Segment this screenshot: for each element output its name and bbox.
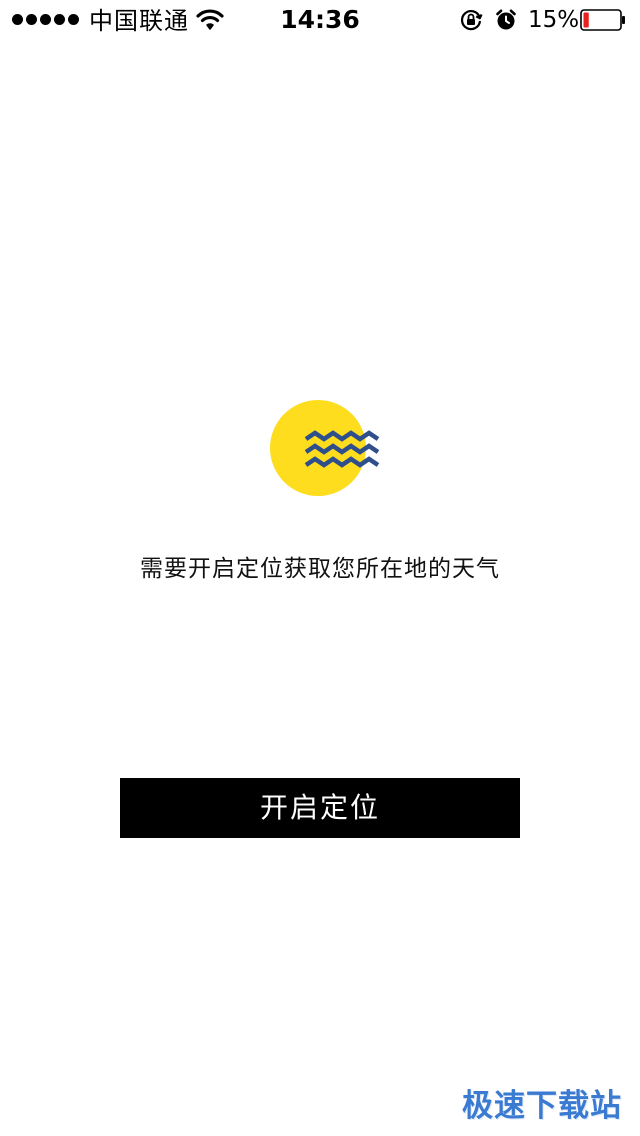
- enable-location-button[interactable]: 开启定位: [120, 778, 520, 838]
- rotation-lock-icon: [460, 10, 483, 31]
- status-bar: 中国联通 14:36 15%: [0, 0, 640, 40]
- location-permission-message: 需要开启定位获取您所在地的天气: [140, 556, 500, 582]
- battery-icon: [580, 9, 625, 31]
- battery-percent: 15%: [528, 7, 580, 33]
- site-watermark: 极速下载站: [462, 1088, 622, 1124]
- alarm-icon: [496, 9, 516, 30]
- weather-logo-icon: [270, 400, 380, 496]
